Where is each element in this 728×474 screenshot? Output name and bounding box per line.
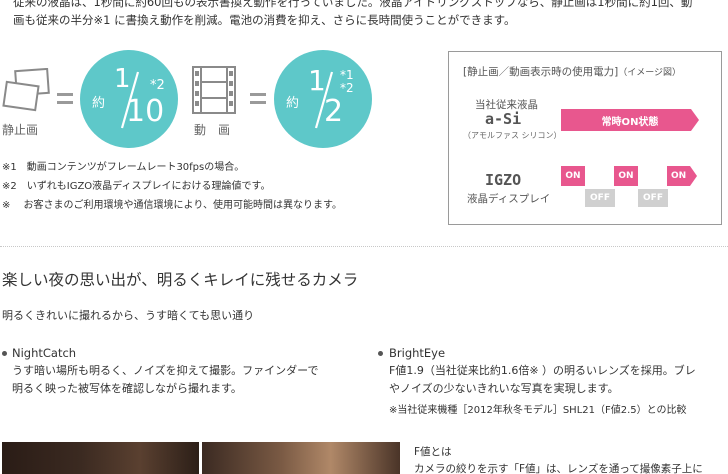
denominator-2: 2 xyxy=(324,94,344,129)
footnote-mark-2: *2 xyxy=(340,81,354,95)
feature-text-brighteye-2: やノイズの少ないきれいな写真を実現します。 xyxy=(389,382,619,395)
equals-sign-top xyxy=(57,93,73,96)
footnote-3: ※ お客さまのご利用環境や通信環境により、使用可能時間は異なります。 xyxy=(2,200,342,211)
off-state-2: OFF xyxy=(638,189,668,207)
panel-title-suffix: （イメージ図） xyxy=(618,68,682,78)
feature-text-brighteye-1: F値1.9（当社従来比約1.6倍※ ）の明るいレンズを採用。ブレ xyxy=(389,364,696,377)
igzo-name: IGZO xyxy=(485,171,522,189)
video-label: 動 画 xyxy=(194,123,231,137)
feature-text-nightcatch-2: 明るく映った被写体を確認しながら撮れます。 xyxy=(12,382,242,395)
feature-text-nightcatch-1: うす暗い場所も明るく、ノイズを抑えて撮影。ファインダーで xyxy=(12,364,319,377)
asi-name: a-Si xyxy=(485,110,522,128)
sample-photo-bright xyxy=(202,442,400,474)
video-reduction-circle: 約 1 2 *1 *2 xyxy=(274,50,372,148)
on-pulse-1: ON xyxy=(561,166,585,186)
photo-icon xyxy=(2,67,52,114)
footnote-1: ※1 動画コンテンツがフレームレート30fpsの場合。 xyxy=(2,162,245,173)
off-state-1: OFF xyxy=(585,189,615,207)
sample-photo-dark xyxy=(2,442,199,474)
denominator: 10 xyxy=(126,94,165,129)
feature-title-nightcatch: NightCatch xyxy=(12,346,77,360)
footnote-2: ※2 いずれもIGZO液晶ディスプレイにおける理論値です。 xyxy=(2,181,271,192)
fvalue-text: カメラの絞りを示す「F値」は、レンズを通って撮像素子上に xyxy=(414,463,703,474)
still-image-label: 静止画 xyxy=(2,123,39,137)
equals-sign-bottom-2 xyxy=(250,101,266,104)
igzo-sub: 液晶ディスプレイ xyxy=(467,193,551,205)
approx-label: 約 xyxy=(92,96,106,111)
on-pulse-3: ON xyxy=(667,166,697,186)
always-on-bar: 常時ON状態 xyxy=(561,109,699,131)
panel-title: [静止画／動画表示時の使用電力]（イメージ図） xyxy=(463,64,681,79)
bullet-icon-2 xyxy=(378,351,383,356)
power-usage-panel: [静止画／動画表示時の使用電力]（イメージ図） 当社従来液晶 a-Si （アモル… xyxy=(448,51,722,225)
asi-sub: （アモルファス シリコン） xyxy=(463,131,562,140)
camera-heading: 楽しい夜の思い出が、明るくキレイに残せるカメラ xyxy=(2,271,359,289)
section-divider xyxy=(0,246,728,247)
camera-lead: 明るくきれいに撮れるから、うす暗くても思い通り xyxy=(2,309,255,322)
approx-label-2: 約 xyxy=(286,96,300,111)
intro-line-1: 従来の液晶は、1秒間に約60回もの表示書換え動作を行っていました。液晶アイドリン… xyxy=(13,0,693,9)
still-image-reduction-circle: 約 1 10 *2 xyxy=(80,50,178,148)
intro-line-2: 画も従来の半分※1 に書換え動作を削減。電池の消費を抑え、さらに長時間使うことが… xyxy=(13,13,516,27)
bullet-icon xyxy=(2,351,7,356)
footnote-mark: *2 xyxy=(150,78,165,93)
film-icon xyxy=(192,66,236,114)
on-pulse-2: ON xyxy=(614,166,638,186)
feature-title-brighteye: BrightEye xyxy=(389,346,446,360)
footnote-mark-1: *1 xyxy=(340,68,354,82)
equals-sign-top-2 xyxy=(250,93,266,96)
fvalue-title: F値とは xyxy=(414,446,452,458)
equals-sign-bottom xyxy=(57,101,73,104)
panel-title-main: [静止画／動画表示時の使用電力] xyxy=(463,66,619,78)
feature-note-brighteye: ※当社従来機種［2012年秋冬モデル］SHL21（F値2.5）との比較 xyxy=(389,405,687,416)
